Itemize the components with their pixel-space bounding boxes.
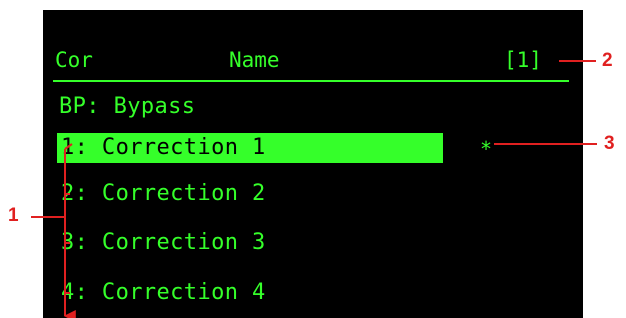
list-item-correction-3[interactable]: 3: Correction 3 <box>57 228 266 258</box>
list-item-bypass[interactable]: BP: Bypass <box>59 92 195 122</box>
column-header-name: Name <box>229 48 280 72</box>
active-correction-marker: * <box>480 137 493 161</box>
list-item-correction-4[interactable]: 4: Correction 4 <box>57 278 266 308</box>
header-divider <box>53 80 569 82</box>
list-item-correction-2[interactable]: 2: Correction 2 <box>57 179 266 209</box>
display-screen: Cor Name [1] BP: Bypass 1: Correction 1 … <box>43 10 583 318</box>
callout-3-number: 3 <box>604 133 615 154</box>
current-index-indicator: [1] <box>504 48 542 72</box>
column-header-cor: Cor <box>55 48 93 72</box>
list-item-correction-1[interactable]: 1: Correction 1 <box>57 133 443 163</box>
callout-1-number: 1 <box>8 205 19 226</box>
callout-2-number: 2 <box>602 50 613 71</box>
